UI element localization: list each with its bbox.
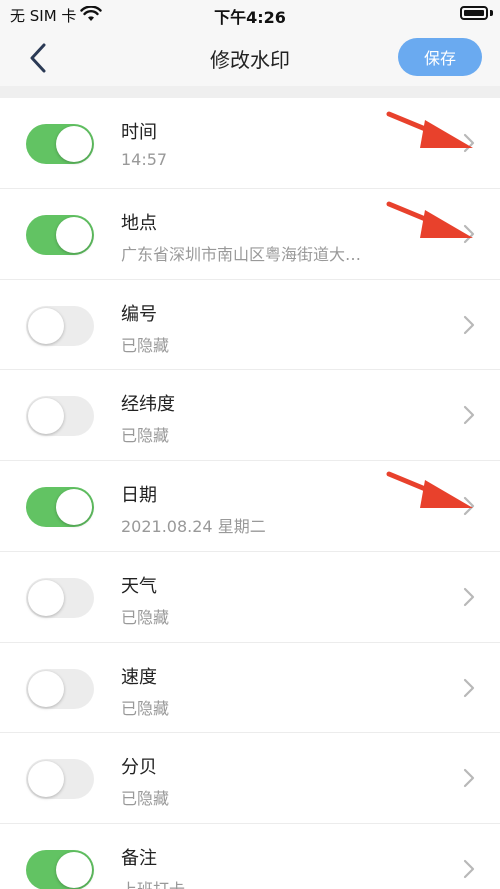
save-button[interactable]: 保存 — [398, 38, 482, 76]
list-item-weather[interactable]: 天气 已隐藏 — [0, 551, 500, 643]
row-title: 分贝 — [121, 757, 157, 779]
chevron-right-icon — [463, 678, 475, 697]
status-bar: 无 SIM 卡 下午4:26 — [0, 0, 500, 30]
time-toggle[interactable] — [26, 124, 94, 164]
list-item-note[interactable]: 备注 上班打卡 — [0, 824, 500, 889]
location-toggle[interactable] — [26, 214, 94, 255]
battery-tip — [490, 10, 493, 16]
list-item-number[interactable]: 编号 已隐藏 — [0, 279, 500, 371]
row-title: 经纬度 — [121, 394, 175, 416]
row-subtitle: 广东省深圳市南山区粤海街道大… — [121, 244, 362, 264]
watermark-field-list: 时间 14:57 地点 广东省深圳市南山区粤海街道大… 编号 已隐藏 经纬度 已… — [0, 98, 500, 889]
row-subtitle: 2021.08.24 星期二 — [121, 517, 266, 536]
row-subtitle: 已隐藏 — [121, 335, 170, 355]
row-subtitle: 已隐藏 — [121, 607, 170, 627]
row-subtitle: 已隐藏 — [121, 698, 170, 718]
row-subtitle: 14:57 — [121, 150, 168, 169]
coordinates-toggle[interactable] — [26, 396, 94, 437]
row-title: 时间 — [121, 122, 157, 143]
row-title: 备注 — [121, 848, 157, 869]
list-item-location[interactable]: 地点 广东省深圳市南山区粤海街道大… — [0, 188, 500, 280]
date-toggle[interactable] — [26, 487, 94, 527]
chevron-right-icon — [463, 133, 475, 153]
decibel-toggle[interactable] — [26, 759, 94, 800]
row-title: 地点 — [121, 212, 157, 234]
chevron-right-icon — [463, 406, 475, 425]
section-divider — [0, 86, 500, 98]
list-item-time[interactable]: 时间 14:57 — [0, 98, 500, 189]
chevron-right-icon — [463, 587, 475, 606]
list-item-coordinates[interactable]: 经纬度 已隐藏 — [0, 370, 500, 461]
list-item-decibel[interactable]: 分贝 已隐藏 — [0, 733, 500, 824]
nav-bar: 修改水印 保存 — [0, 30, 500, 86]
row-subtitle: 已隐藏 — [121, 789, 170, 809]
speed-toggle[interactable] — [26, 668, 94, 709]
chevron-right-icon — [463, 769, 475, 788]
row-title: 速度 — [121, 666, 157, 688]
list-item-speed[interactable]: 速度 已隐藏 — [0, 642, 500, 734]
row-subtitle: 已隐藏 — [121, 426, 170, 446]
chevron-right-icon — [463, 224, 475, 243]
row-title: 编号 — [121, 303, 157, 325]
number-toggle[interactable] — [26, 305, 94, 346]
weather-toggle[interactable] — [26, 577, 94, 618]
row-subtitle: 上班打卡 — [121, 876, 416, 889]
status-time: 下午4:26 — [214, 8, 286, 27]
battery-icon — [460, 6, 488, 20]
list-item-date[interactable]: 日期 2021.08.24 星期二 — [0, 461, 500, 552]
chevron-right-icon — [463, 315, 475, 334]
row-title: 天气 — [121, 575, 157, 597]
note-toggle[interactable] — [26, 850, 94, 889]
chevron-right-icon — [463, 859, 475, 879]
row-title: 日期 — [121, 485, 157, 506]
chevron-right-icon — [463, 496, 475, 516]
